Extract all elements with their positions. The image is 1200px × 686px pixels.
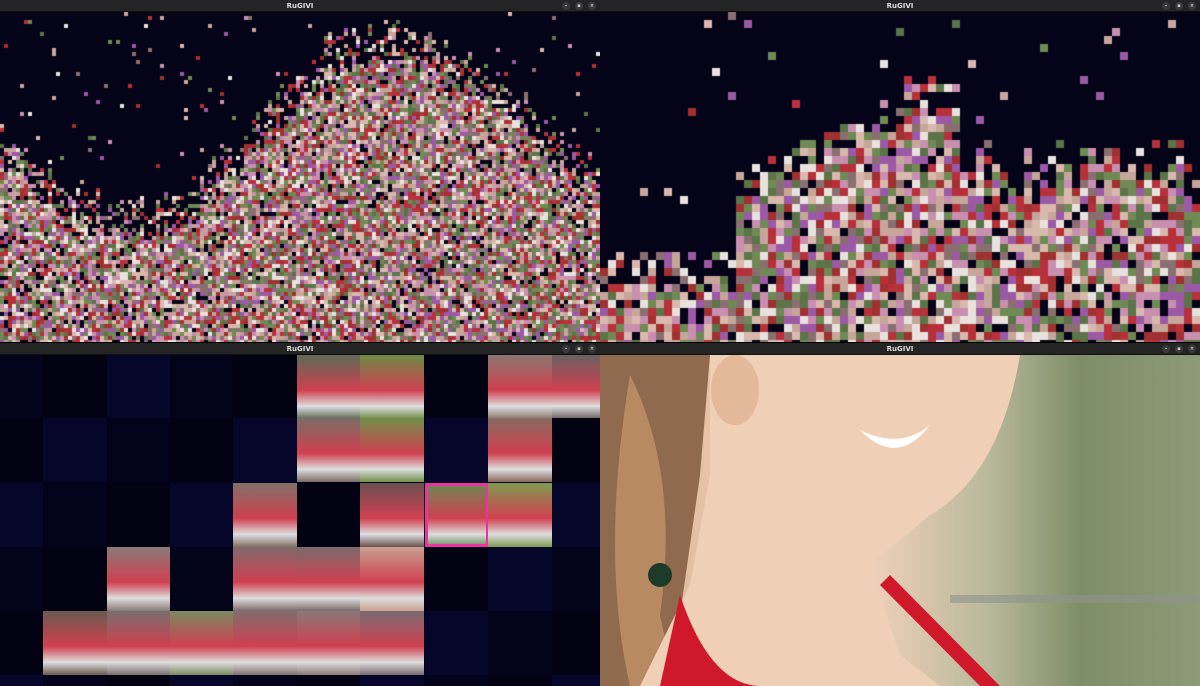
empty-tile [43,418,107,482]
empty-tile [425,355,489,419]
empty-tile [170,483,234,547]
thumbnail-tile[interactable] [488,418,552,482]
empty-tile [552,675,600,686]
thumbnail-tile[interactable] [297,611,361,675]
window-image-view: RuGIVI – ▪ × [600,343,1200,686]
thumbnail-tile[interactable] [170,611,234,675]
thumbnail-tile[interactable] [233,611,297,675]
close-icon[interactable]: × [588,2,596,10]
empty-tile [43,355,107,419]
empty-tile [107,355,171,419]
empty-tile [170,355,234,419]
window-title: RuGIVI [286,345,314,353]
empty-tile [233,675,297,686]
empty-tile [43,483,107,547]
empty-tile [233,418,297,482]
thumbnail-tile[interactable] [297,547,361,611]
empty-tile [425,611,489,675]
selected-thumbnail-tile[interactable] [425,483,489,547]
close-icon[interactable]: × [1188,2,1196,10]
thumbnail-tile[interactable] [552,355,600,419]
thumbnail-tile[interactable] [360,611,424,675]
thumbnail-tile[interactable] [360,418,424,482]
thumbnail-tile[interactable] [233,547,297,611]
window-overview: RuGIVI – ▪ × [0,0,600,342]
empty-tile [360,675,424,686]
minimize-icon[interactable]: – [562,2,570,10]
minimize-icon[interactable]: – [1162,2,1170,10]
empty-tile [425,547,489,611]
title-bar[interactable]: RuGIVI – ▪ × [600,343,1200,355]
empty-tile [552,418,600,482]
empty-tile [107,418,171,482]
empty-tile [425,675,489,686]
empty-tile [233,355,297,419]
thumbnail-tile[interactable] [488,355,552,419]
zoomed-mosaic-canvas[interactable] [600,12,1200,342]
empty-tile [107,675,171,686]
thumbnail-tile[interactable] [107,547,171,611]
window-title: RuGIVI [886,345,914,353]
window-title: RuGIVI [286,2,314,10]
empty-tile [297,675,361,686]
maximize-icon[interactable]: ▪ [575,345,583,353]
title-bar[interactable]: RuGIVI – ▪ × [0,0,600,12]
window-thumbnails: RuGIVI – ▪ × [0,343,600,686]
empty-tile [170,418,234,482]
empty-tile [43,547,107,611]
empty-tile [425,418,489,482]
thumbnail-tile[interactable] [233,483,297,547]
empty-tile [170,547,234,611]
thumbnail-grid[interactable] [0,355,600,686]
minimize-icon[interactable]: – [562,345,570,353]
thumbnail-tile[interactable] [297,418,361,482]
empty-tile [552,483,600,547]
empty-tile [488,611,552,675]
empty-tile [488,547,552,611]
close-icon[interactable]: × [1188,345,1196,353]
photo-illustration [600,355,1200,686]
empty-tile [552,611,600,675]
minimize-icon[interactable]: – [1162,345,1170,353]
empty-tile [107,483,171,547]
image-mosaic-canvas[interactable] [0,12,600,342]
maximize-icon[interactable]: ▪ [1175,2,1183,10]
window-zoomed: RuGIVI – ▪ × [600,0,1200,342]
thumbnail-tile[interactable] [360,547,424,611]
empty-tile [43,675,107,686]
thumbnail-tile[interactable] [297,355,361,419]
full-image[interactable] [600,355,1200,686]
title-bar[interactable]: RuGIVI – ▪ × [0,343,600,355]
thumbnail-tile[interactable] [360,355,424,419]
empty-tile [552,547,600,611]
thumbnail-tile[interactable] [107,611,171,675]
maximize-icon[interactable]: ▪ [1175,345,1183,353]
empty-tile [297,483,361,547]
thumbnail-tile[interactable] [360,483,424,547]
close-icon[interactable]: × [588,345,596,353]
empty-tile [170,675,234,686]
empty-tile [488,675,552,686]
thumbnail-tile[interactable] [488,483,552,547]
window-title: RuGIVI [886,2,914,10]
maximize-icon[interactable]: ▪ [575,2,583,10]
title-bar[interactable]: RuGIVI – ▪ × [600,0,1200,12]
thumbnail-tile[interactable] [43,611,107,675]
